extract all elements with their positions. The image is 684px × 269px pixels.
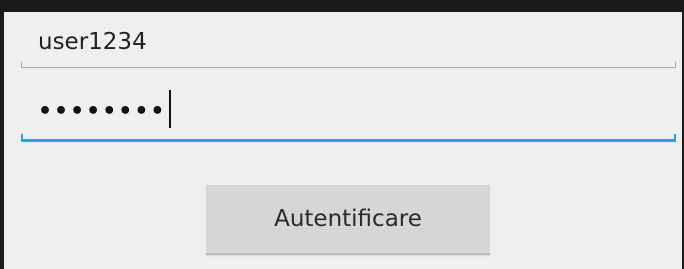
password-underline-focused (21, 139, 676, 142)
password-underline-right-tick (674, 134, 676, 142)
text-cursor (168, 90, 171, 128)
login-screen: user1234 •••••••• Autentificare (4, 12, 682, 269)
password-underline-left-tick (21, 134, 23, 142)
login-button[interactable]: Autentificare (206, 185, 490, 255)
password-value-wrapper: •••••••• (38, 90, 171, 131)
username-field[interactable]: user1234 (21, 20, 676, 68)
username-underline-left-tick (21, 62, 22, 68)
username-value: user1234 (38, 29, 147, 55)
username-underline-right-tick (675, 62, 676, 68)
password-masked-value: •••••••• (38, 99, 167, 124)
password-field[interactable]: •••••••• (21, 82, 676, 142)
username-underline (21, 67, 676, 68)
